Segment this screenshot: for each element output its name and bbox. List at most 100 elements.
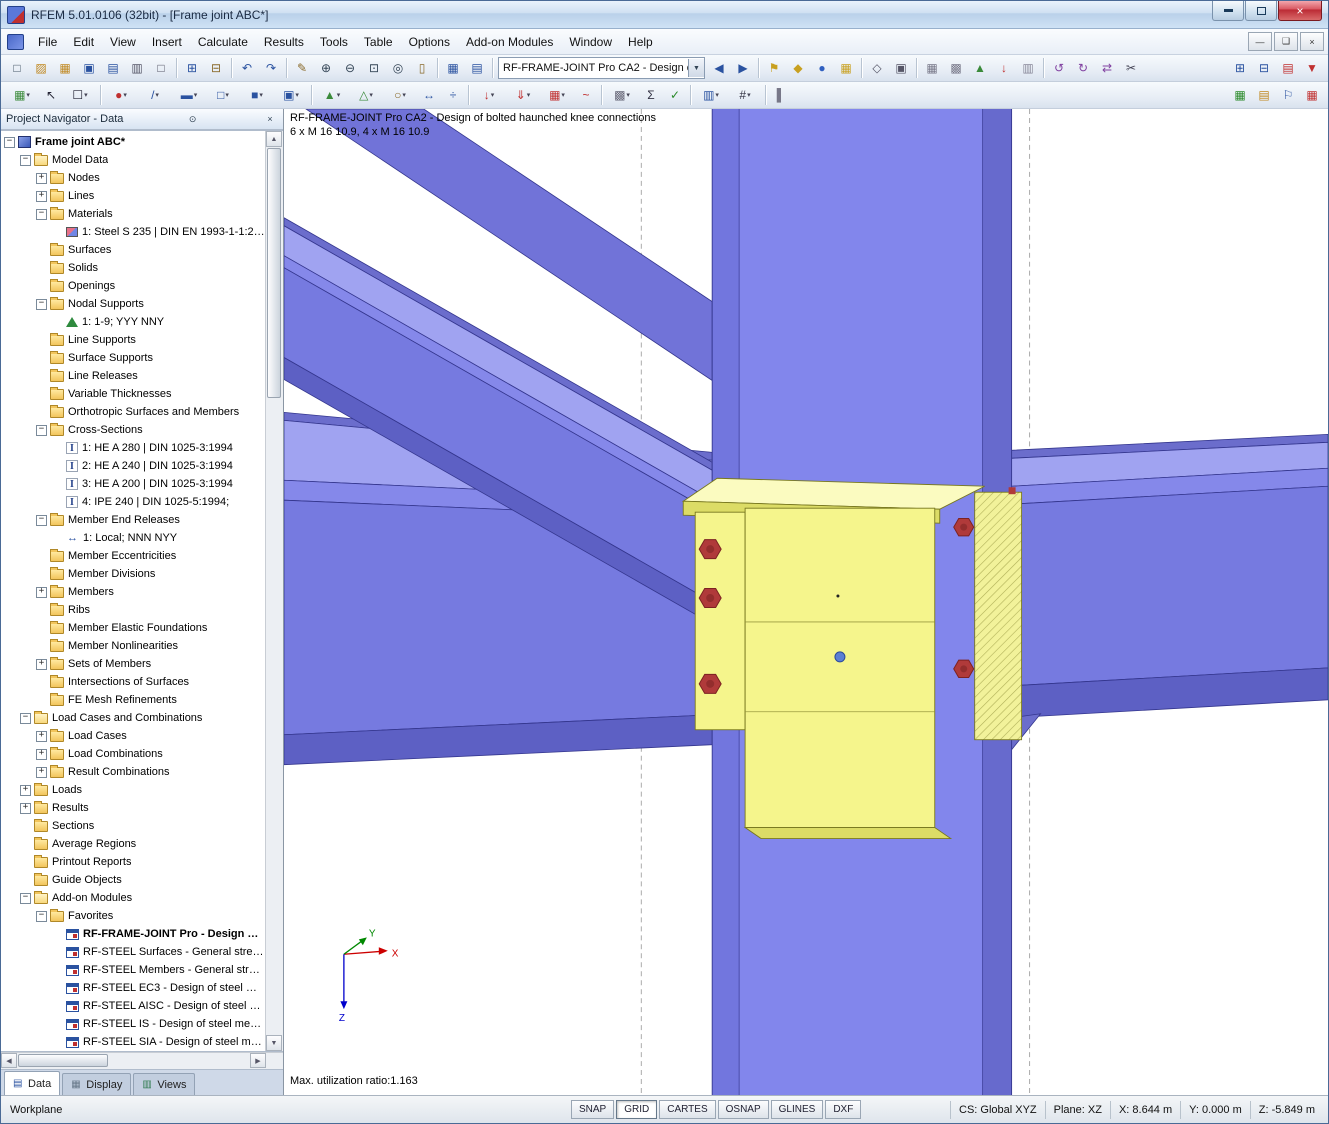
tree-item-intersections-of-surfaces[interactable]: Intersections of Surfaces [1,673,265,691]
new-surface-button[interactable]: □▾ [207,84,239,106]
toggle-glines[interactable]: GLINES [771,1100,824,1119]
window-cascade-button[interactable]: ⊟ [1253,57,1275,79]
export-pdf-button[interactable]: ▼ [1301,57,1323,79]
zoom-in-button[interactable]: ⊕ [315,57,337,79]
line-support-button[interactable]: △▾ [350,84,382,106]
check-model-button[interactable]: ✓ [664,84,686,106]
tree-item-guide-objects[interactable]: Guide Objects [1,871,265,889]
mdi-restore-button[interactable]: ❑ [1274,32,1298,51]
mirror-button[interactable]: ⇄ [1096,57,1118,79]
tree-item-materials[interactable]: −Materials [1,205,265,223]
color-scale-button[interactable]: ▦ [1229,84,1251,106]
tree-item-4-ipe-240-din-1025-5-1994[interactable]: I4: IPE 240 | DIN 1025-5:1994; [1,493,265,511]
paste-button[interactable]: ⊟ [205,57,227,79]
render-mode-button[interactable]: ● [811,57,833,79]
imperfection-button[interactable]: ~ [575,84,597,106]
tree-item-sets-of-members[interactable]: +Sets of Members [1,655,265,673]
menu-options[interactable]: Options [401,32,458,52]
toggle-snap[interactable]: SNAP [571,1100,614,1119]
expander-icon[interactable]: − [20,893,31,904]
tab-data[interactable]: ▤Data [4,1071,60,1095]
select-window-button[interactable]: ☐▾ [64,84,96,106]
tree-item-add-on-modules[interactable]: −Add-on Modules [1,889,265,907]
scroll-left-icon[interactable]: ◀ [1,1053,17,1068]
show-results-button[interactable]: ▥▾ [695,84,727,106]
nav-back-button[interactable]: ◀ [708,57,730,79]
toggle-cartes[interactable]: CARTES [659,1100,715,1119]
result-values-button[interactable]: #▾ [729,84,761,106]
tree-item-openings[interactable]: Openings [1,277,265,295]
tree-item-rf-steel-is-design-of-steel-members-acc-[interactable]: RF-STEEL IS - Design of steel members ac… [1,1015,265,1033]
tree-item-orthotropic-surfaces-and-members[interactable]: Orthotropic Surfaces and Members [1,403,265,421]
nav-forward-button[interactable]: ▶ [732,57,754,79]
open-project-button[interactable]: ▦ [54,57,76,79]
new-solid-button[interactable]: ■▾ [241,84,273,106]
expander-icon[interactable]: + [36,767,47,778]
tree-item-frame-joint-abc[interactable]: −Frame joint ABC* [1,133,265,151]
tree-item-load-cases[interactable]: +Load Cases [1,727,265,745]
tree-item-model-data[interactable]: −Model Data [1,151,265,169]
rotate-left-button[interactable]: ↺ [1048,57,1070,79]
toggle-grid[interactable]: GRID [616,1100,657,1119]
tree-item-cross-sections[interactable]: −Cross-Sections [1,421,265,439]
window-tile-button[interactable]: ⊞ [1229,57,1251,79]
node-marker-blue[interactable] [835,652,845,662]
minimize-button[interactable] [1212,1,1244,21]
toggle-osnap[interactable]: OSNAP [718,1100,769,1119]
toggle-dxf[interactable]: DXF [825,1100,861,1119]
display-xyz-button[interactable]: ▦ [835,57,857,79]
tree-item-1-local-nnn-nyy[interactable]: ↔1: Local; NNN NYY [1,529,265,547]
result-matrix-button[interactable]: ▦ [1301,84,1323,106]
scroll-up-icon[interactable]: ▲ [266,131,282,147]
tree-item-line-releases[interactable]: Line Releases [1,367,265,385]
save-button[interactable]: ▤ [102,57,124,79]
tree-item-nodal-supports[interactable]: −Nodal Supports [1,295,265,313]
new-member-button[interactable]: ▬▾ [173,84,205,106]
libraries-button[interactable]: ▥ [1017,57,1039,79]
tree-item-member-eccentricities[interactable]: Member Eccentricities [1,547,265,565]
zoom-window-button[interactable]: ⊡ [363,57,385,79]
tree-item-printout-reports[interactable]: Printout Reports [1,853,265,871]
scrollbar-thumb[interactable] [267,148,281,398]
scrollbar-thumb-horizontal[interactable] [18,1054,108,1067]
zoom-out-button[interactable]: ⊖ [339,57,361,79]
tree-item-average-regions[interactable]: Average Regions [1,835,265,853]
tree-item-nodes[interactable]: +Nodes [1,169,265,187]
navigator-header[interactable]: Project Navigator - Data ⊙ × [1,109,283,130]
tree-item-fe-mesh-refinements[interactable]: FE Mesh Refinements [1,691,265,709]
expander-icon[interactable]: + [36,173,47,184]
tree-item-rf-steel-surfaces-general-stress-analysi[interactable]: RF-STEEL Surfaces - General stress analy… [1,943,265,961]
tree-item-1-1-9-yyy-nny[interactable]: 1: 1-9; YYY NNY [1,313,265,331]
xyz-axes-button[interactable]: ◆ [787,57,809,79]
nodal-load-button[interactable]: ↓▾ [473,84,505,106]
undo-button[interactable]: ↶ [236,57,258,79]
new-opening-button[interactable]: ▣▾ [275,84,307,106]
generate-mesh-button[interactable]: ▩▾ [606,84,638,106]
maximize-button[interactable] [1245,1,1277,21]
nodal-support-button[interactable]: ▲▾ [316,84,348,106]
print-preview-button[interactable]: □ [150,57,172,79]
tree-item-sections[interactable]: Sections [1,817,265,835]
tree-item-surface-supports[interactable]: Surface Supports [1,349,265,367]
vertical-scrollbar[interactable]: ▲ ▼ [265,131,283,1051]
member-eccentricity-button[interactable]: ↔ [418,84,440,106]
horizontal-scrollbar[interactable]: ◀ ▶ [1,1052,283,1069]
expander-icon[interactable]: + [36,659,47,670]
tree-item-rf-steel-aisc-design-of-steel-members-ac[interactable]: RF-STEEL AISC - Design of steel members … [1,997,265,1015]
tree-item-line-supports[interactable]: Line Supports [1,331,265,349]
menu-help[interactable]: Help [620,32,661,52]
expander-icon[interactable]: − [36,911,47,922]
mesh-settings-button[interactable]: ▩ [945,57,967,79]
tree-item-member-end-releases[interactable]: −Member End Releases [1,511,265,529]
panel-toggle-button[interactable]: ▌ [770,84,792,106]
tree-item-rf-steel-ec3-design-of-steel-members-acc[interactable]: RF-STEEL EC3 - Design of steel members a… [1,979,265,997]
tree-item-1-he-a-280-din-1025-3-1994[interactable]: I1: HE A 280 | DIN 1025-3:1994 [1,439,265,457]
menu-view[interactable]: View [102,32,144,52]
menu-results[interactable]: Results [256,32,312,52]
tree-item-result-combinations[interactable]: +Result Combinations [1,763,265,781]
expander-icon[interactable]: + [36,749,47,760]
menu-calculate[interactable]: Calculate [190,32,256,52]
zoom-all-button[interactable]: ◎ [387,57,409,79]
expander-icon[interactable]: − [36,299,47,310]
tree-item-loads[interactable]: +Loads [1,781,265,799]
